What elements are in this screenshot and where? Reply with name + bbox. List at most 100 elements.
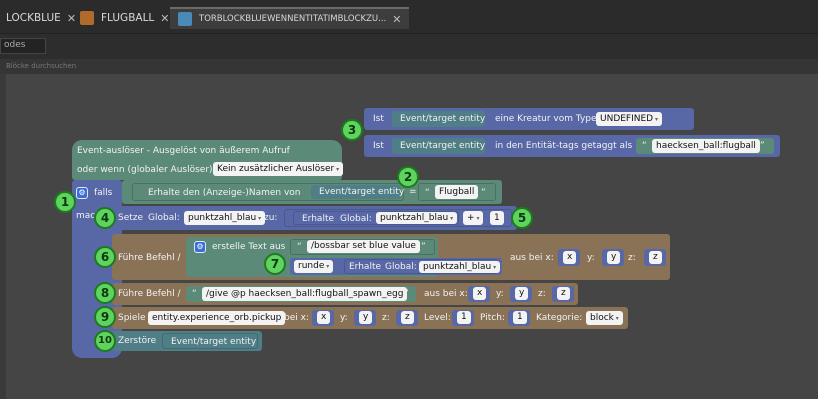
text-block[interactable]: “ /bossbar set blue value ” [290,239,435,255]
quote-open: “ [642,141,647,151]
entity-label: Event/target entity [400,141,486,151]
z-field[interactable]: z [557,287,570,300]
event-trigger-block[interactable]: Event-auslöser - Ausgelöst von äußerem A… [72,140,344,180]
run-command-block[interactable]: Führe Befehl / ⚙ erstelle Text aus “ /bo… [112,234,670,280]
x-block[interactable]: x [312,310,334,326]
condition-entity-type-block[interactable]: Ist Event/target entity eine Kreatur vom… [364,108,694,130]
erhalte-label: Erhalte [349,262,382,272]
at-x-label: aus bei x: [424,289,468,299]
category-dropdown[interactable]: block [586,311,623,325]
command-label: Führe Befehl / [118,253,181,263]
tab-lockblue[interactable]: LOCKBLUE ✕ [6,7,76,29]
z-block[interactable]: z [644,249,666,266]
tag-string[interactable]: haecksen_ball:flugball [652,139,760,153]
tab-torblockblue[interactable]: TORBLOCKBLUEWENNENTITATIMBLOCKZU... ✕ [170,7,410,29]
mode-field[interactable]: odes [0,38,46,54]
y-field[interactable]: y [515,287,529,300]
set-variable-block[interactable]: Setze Global: punktzahl_blau zu: Erhalte… [112,206,517,230]
x-field[interactable]: x [473,287,487,300]
marker-8: 8 [94,282,116,304]
compare-block[interactable]: Erhalte den (Anzeige-)Namen von Event/ta… [122,180,502,204]
entity-label: Event/target entity [400,114,486,124]
y-block[interactable]: y [602,249,624,266]
quote-open: “ [297,242,302,252]
close-icon[interactable]: ✕ [160,12,169,25]
y-field[interactable]: y [607,251,621,264]
get-name-label: Erhalte den (Anzeige-)Namen von [148,188,301,198]
global-label: Global: [385,262,417,272]
y-label: y: [587,253,595,263]
x-block[interactable]: x [558,249,580,266]
operator-dropdown[interactable]: + [463,211,484,225]
x-field[interactable]: x [563,251,577,264]
x-field[interactable]: x [317,311,331,324]
give-string[interactable]: /give @p haecksen_ball:flugball_spawn_eg… [202,287,408,301]
quote-close: ” [760,141,765,151]
get-name-block[interactable]: Erhalte den (Anzeige-)Namen von Event/ta… [132,183,404,201]
quote-open: “ [425,188,430,198]
z-label: z: [538,289,546,299]
get-variable-block[interactable]: Erhalte Global: punktzahl_blau [293,211,459,225]
variable-dropdown[interactable]: punktzahl_blau [376,212,458,224]
create-text-label: erstelle Text aus [212,242,286,252]
category-label: Kategorie: [536,313,583,323]
run-command-block[interactable]: Führe Befehl / “ /give @p haecksen_ball:… [112,283,578,305]
marker-9: 9 [94,306,116,328]
text-block[interactable]: “ /give @p haecksen_ball:flugball_spawn_… [186,286,416,302]
pitch-block[interactable]: 1 [508,310,530,326]
round-block[interactable]: runde Erhalte Global: punktzahl_blau [290,258,502,275]
round-dropdown[interactable]: runde [294,260,334,273]
entity-label: Event/target entity [171,337,257,347]
variable-dropdown[interactable]: punktzahl_blau [419,261,501,273]
y-block[interactable]: y [510,286,532,302]
spiele-label: Spiele [118,313,146,323]
play-sound-block[interactable]: Spiele entity.experience_orb.pickup bei … [112,307,628,329]
tab-flugball[interactable]: FLUGBALL ✕ [80,7,170,29]
type-dropdown[interactable]: UNDEFINED [596,112,663,126]
create-text-block[interactable]: ⚙ erstelle Text aus “ /bossbar set blue … [186,237,502,277]
flugball-string[interactable]: Flugball [435,185,479,199]
z-field[interactable]: z [401,311,414,324]
trigger-subtitle: oder wenn (globaler Auslöser): [77,165,216,175]
marker-7: 7 [264,253,286,275]
entity-block[interactable]: Event/target entity [392,111,485,127]
global-trigger-dropdown[interactable]: Kein zusätzlicher Auslöser [213,162,344,176]
number-field[interactable]: 1 [490,211,504,225]
gear-icon[interactable]: ⚙ [76,187,88,199]
z-field[interactable]: z [649,251,662,264]
level-field[interactable]: 1 [457,311,471,324]
condition-entity-tag-block[interactable]: Ist Event/target entity in den Entität-t… [364,135,780,157]
search-placeholder: Blöcke durchsuchen [6,62,77,70]
tab-label: FLUGBALL [101,12,155,24]
entity-block[interactable]: Event/target entity [311,185,404,199]
text-block[interactable]: “ haecksen_ball:flugball ” [636,138,774,154]
tab-bar: LOCKBLUE ✕ FLUGBALL ✕ TORBLOCKBLUEWENNEN… [0,0,818,34]
destroy-entity-block[interactable]: Zerstöre Event/target entity [112,331,262,351]
x-block[interactable]: x [468,286,490,302]
gear-icon[interactable]: ⚙ [194,241,206,253]
variable-dropdown[interactable]: punktzahl_blau [184,211,266,225]
level-block[interactable]: 1 [452,310,474,326]
entity-block[interactable]: Event/target entity [162,333,258,349]
y-block[interactable]: y [354,310,376,326]
get-variable-block[interactable]: Erhalte Global: punktzahl_blau [344,259,501,274]
math-block[interactable]: Erhalte Global: punktzahl_blau + 1 [284,209,512,227]
ist-label: Ist [373,141,384,151]
bossbar-string[interactable]: /bossbar set blue value [307,240,420,253]
quote-open: “ [192,289,197,299]
y-field[interactable]: y [359,311,373,324]
z-label: z: [628,253,636,263]
z-block[interactable]: z [396,310,418,326]
close-icon[interactable]: ✕ [67,12,76,25]
destroy-label: Zerstöre [118,336,157,346]
text-block[interactable]: “ Flugball ” [418,183,496,201]
block-search[interactable]: Blöcke durchsuchen [0,59,818,74]
z-block[interactable]: z [552,286,574,302]
sound-field[interactable]: entity.experience_orb.pickup [148,311,286,325]
at-x-label: aus bei x: [510,253,554,263]
close-icon[interactable]: ✕ [392,13,401,26]
pitch-field[interactable]: 1 [513,311,527,324]
tab-label: TORBLOCKBLUEWENNENTITATIMBLOCKZU... [199,14,387,24]
entity-block[interactable]: Event/target entity [392,138,485,154]
type-label: eine Kreatur vom Type [495,114,597,124]
